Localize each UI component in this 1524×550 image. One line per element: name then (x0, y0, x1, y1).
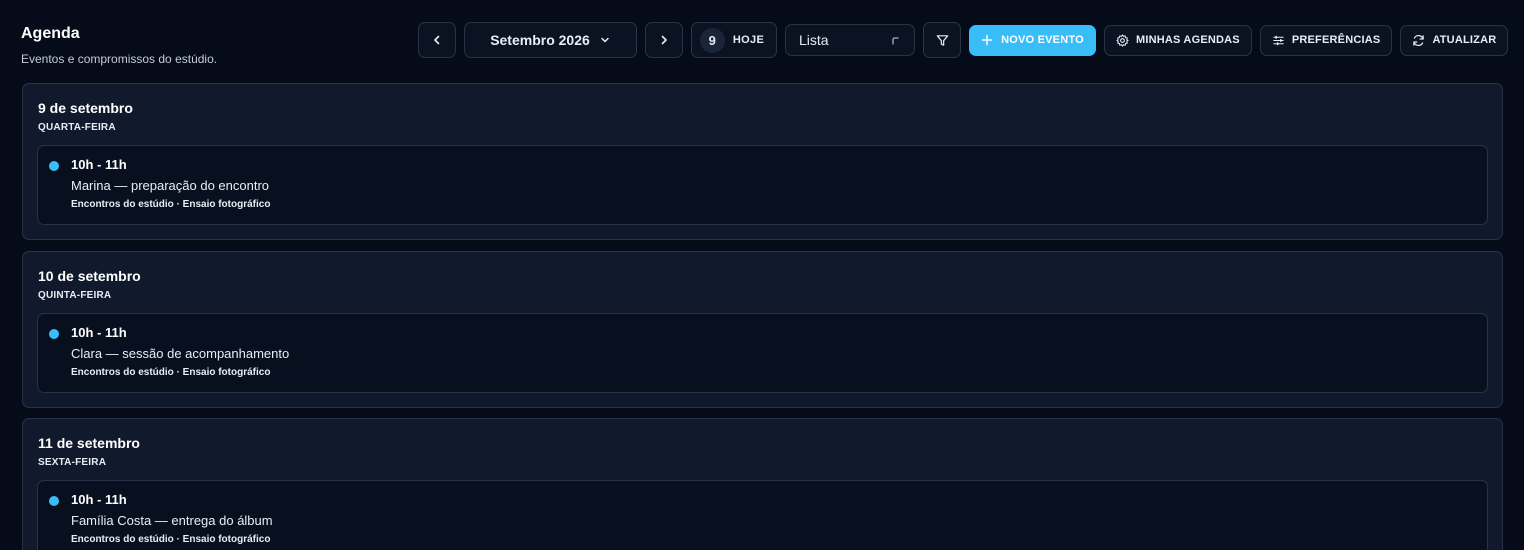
event-color-dot (49, 161, 59, 171)
today-label: HOJE (732, 34, 765, 46)
gear-icon (1116, 33, 1129, 47)
event-card[interactable]: 10h - 11h Marina — preparação do encontr… (37, 145, 1488, 225)
event-meta: Encontros do estúdio · Ensaio fotográfic… (71, 534, 271, 545)
event-color-dot (49, 496, 59, 506)
day-date: 9 de setembro (38, 100, 133, 116)
my-calendars-button[interactable]: MINHAS AGENDAS (1104, 24, 1252, 56)
filter-button[interactable] (923, 22, 961, 58)
page-header: Agenda Eventos e compromissos do estúdio… (0, 0, 1524, 80)
next-month-button[interactable] (645, 22, 683, 58)
preferences-button[interactable]: PREFERÊNCIAS (1259, 24, 1393, 56)
event-card[interactable]: 10h - 11h Clara — sessão de acompanhamen… (37, 313, 1488, 393)
day-weekday: SEXTA-FEIRA (38, 457, 107, 468)
new-event-label: NOVO EVENTO (1001, 34, 1084, 46)
page-subtitle: Eventos e compromissos do estúdio. (21, 52, 218, 66)
plus-icon (981, 34, 993, 46)
view-select-value: Lista (799, 32, 829, 48)
calendar-toolbar: Setembro 2026 9 HOJE Lista NOVO EVENTO M… (418, 22, 1509, 58)
chevron-right-icon (657, 33, 671, 47)
day-date: 10 de setembro (38, 268, 141, 284)
day-date: 11 de setembro (38, 435, 140, 451)
day-group: 10 de setembro QUINTA-FEIRA 10h - 11h Cl… (22, 251, 1503, 408)
today-button[interactable]: 9 HOJE (691, 22, 777, 58)
today-day-badge: 9 (699, 27, 725, 53)
event-color-dot (49, 329, 59, 339)
event-card[interactable]: 10h - 11h Família Costa — entrega do álb… (37, 480, 1488, 550)
refresh-label: ATUALIZAR (1432, 34, 1497, 46)
page-title: Agenda (21, 25, 80, 42)
event-title: Clara — sessão de acompanhamento (71, 346, 290, 361)
event-title: Família Costa — entrega do álbum (71, 513, 273, 528)
event-time: 10h - 11h (71, 157, 127, 172)
event-time: 10h - 11h (71, 492, 127, 507)
refresh-button[interactable]: ATUALIZAR (1400, 24, 1509, 56)
day-weekday: QUARTA-FEIRA (38, 122, 116, 133)
my-calendars-label: MINHAS AGENDAS (1136, 34, 1240, 46)
month-picker-button[interactable]: Setembro 2026 (464, 22, 637, 58)
previous-month-button[interactable] (418, 22, 456, 58)
view-select[interactable]: Lista (785, 24, 915, 56)
month-label: Setembro 2026 (490, 32, 590, 48)
day-group: 11 de setembro SEXTA-FEIRA 10h - 11h Fam… (22, 418, 1503, 550)
chevron-down-icon (599, 34, 611, 46)
event-time: 10h - 11h (71, 325, 127, 340)
event-meta: Encontros do estúdio · Ensaio fotográfic… (71, 199, 271, 210)
refresh-icon (1412, 34, 1425, 47)
day-group: 9 de setembro QUARTA-FEIRA 10h - 11h Mar… (22, 83, 1503, 240)
select-corner-icon (890, 35, 900, 45)
preferences-label: PREFERÊNCIAS (1291, 34, 1381, 46)
event-title: Marina — preparação do encontro (71, 178, 270, 193)
day-weekday: QUINTA-FEIRA (38, 290, 112, 301)
sliders-icon (1272, 34, 1285, 47)
filter-icon (935, 33, 950, 48)
event-meta: Encontros do estúdio · Ensaio fotográfic… (71, 367, 271, 378)
new-event-button[interactable]: NOVO EVENTO (969, 24, 1096, 56)
chevron-left-icon (430, 33, 444, 47)
